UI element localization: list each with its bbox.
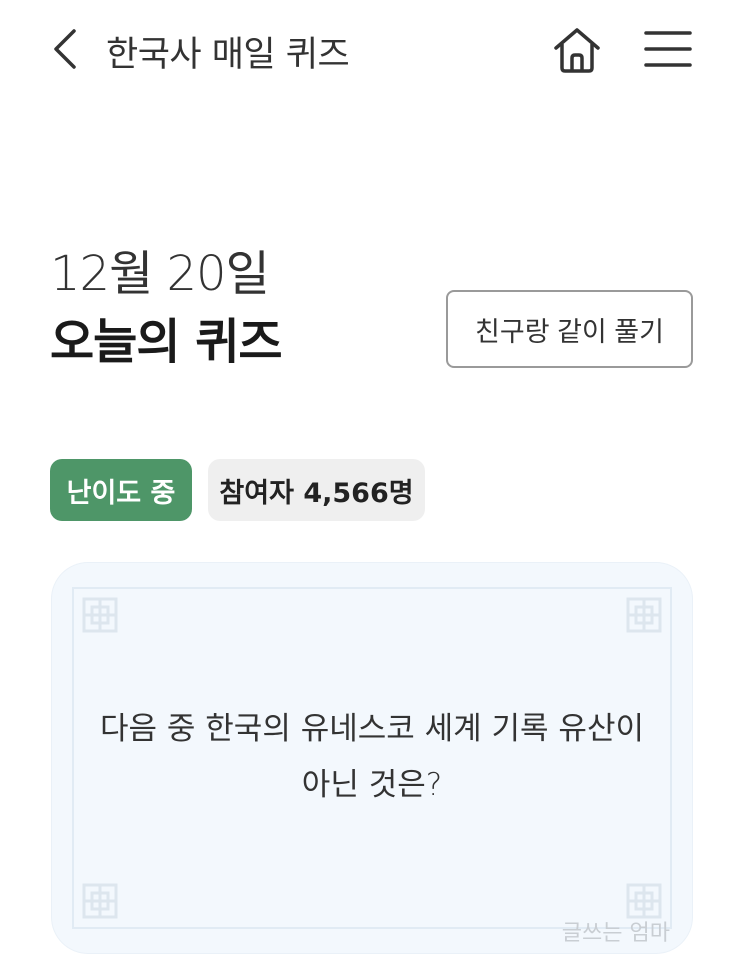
menu-button[interactable] [642,26,694,72]
watermark: 글쓰는 엄마 [561,921,670,946]
question-text: 다음 중 한국의 유네스코 세계 기록 유산이 아닌 것은? [52,701,692,813]
lattice-ornament-icon [82,883,118,919]
hamburger-menu-icon [644,31,692,67]
quiz-title: 오늘의 퀴즈 [50,314,283,370]
header-title: 한국사 매일 퀴즈 [106,35,350,75]
quiz-date: 12월 20일 [50,246,270,302]
quiz-page: 한국사 매일 퀴즈 12월 20일 오늘의 퀴즈 친구랑 같이 풀기 난이도 중… [0,0,743,973]
play-with-friend-button[interactable]: 친구랑 같이 풀기 [446,290,693,368]
back-button[interactable] [48,28,82,70]
question-line: 아닌 것은? [301,767,443,803]
chevron-left-icon [54,29,76,69]
home-button[interactable] [550,24,604,76]
home-icon [554,28,600,73]
app-header: 한국사 매일 퀴즈 [0,0,743,100]
lattice-ornament-icon [626,597,662,633]
question-card: 다음 중 한국의 유네스코 세계 기록 유산이 아닌 것은? 글쓰는 엄마 [52,563,692,953]
difficulty-badge: 난이도 중 [50,459,192,521]
lattice-ornament-icon [82,597,118,633]
participants-badge: 참여자 4,566명 [208,459,425,521]
question-line: 다음 중 한국의 유네스코 세계 기록 유산이 [100,711,644,747]
